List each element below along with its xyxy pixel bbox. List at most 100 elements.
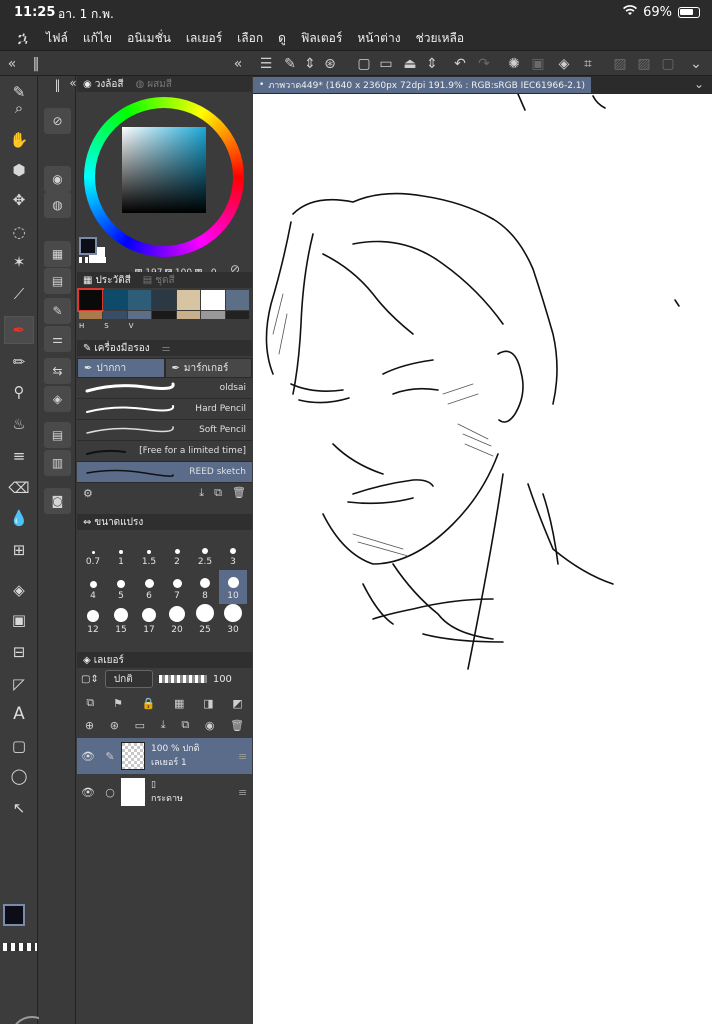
menu-view[interactable]: ดู [278,29,286,48]
history-swatch[interactable] [103,290,127,310]
brush-size-option[interactable]: 25 [191,604,219,638]
mask-icon[interactable]: ◉ [205,719,215,732]
opacity-slider[interactable] [158,675,207,683]
disabled-icon[interactable]: ⊘ [44,108,71,134]
blend-tool-icon[interactable]: 💧 [4,504,34,532]
sliders-icon[interactable]: ⚌ [44,326,71,352]
sub-collapse-icon[interactable]: « [69,70,77,96]
history-swatch[interactable] [176,311,201,319]
brush-item-free-limited[interactable]: [Free for a limited time] [77,441,252,462]
collapse-left-icon[interactable]: « [228,54,248,74]
move-tool-icon[interactable]: ✥ [4,186,34,214]
layers-icon[interactable]: ◈ [44,386,71,412]
brush-size-option[interactable]: 2 [163,536,191,570]
color-wheel-panel-icon[interactable]: ◉ [44,166,71,192]
new-folder-icon[interactable]: ▭ [135,719,145,732]
drawing-canvas[interactable] [253,94,712,1024]
brush-size-option[interactable]: 7 [163,570,191,604]
blend-mode-select[interactable]: ปกติ [104,670,153,688]
document-tab[interactable]: • ภาพวาด449* (1640 x 2360px 72dpi 191.9%… [253,77,592,93]
menu-layer[interactable]: เลเยอร์ [186,29,222,48]
layer-item[interactable]: 👁 ○ ▯ กระดาษ ≡ [77,774,252,810]
camera-icon[interactable]: ◙ [44,488,71,514]
new-raster-layer-icon[interactable]: ⊕ [85,719,94,732]
airbrush-tool-icon[interactable]: ♨ [4,410,34,438]
clip-icon[interactable]: ⧉ [86,696,94,710]
transfer-down-icon[interactable]: ⤓ [161,718,166,732]
drag-handle-icon[interactable]: ≡ [238,786,252,799]
history-swatch[interactable] [152,311,176,319]
brush-size-option[interactable]: 6 [135,570,163,604]
trash-icon[interactable]: 🗑 [230,719,244,732]
brush-size-option[interactable]: 17 [135,604,163,638]
brush-tool-icon[interactable]: ⚲ [4,378,34,406]
tab-marker[interactable]: ✒ มาร์กเกอร์ [164,358,252,378]
foreground-color-swatch[interactable] [79,237,97,255]
merge-icon[interactable]: ⧉ [181,718,189,732]
fill-tool-icon[interactable]: ◈ [4,576,34,604]
transparent-color-swatch[interactable] [3,943,37,951]
brush-item-oldsai[interactable]: oldsai [77,378,252,399]
open-folder-icon[interactable]: ▭ [376,54,396,74]
menu-help[interactable]: ช่วยเหลือ [416,29,465,48]
brush-size-option[interactable]: 10 [219,570,247,604]
history-swatch[interactable] [79,311,103,319]
brush-size-option[interactable]: 30 [219,604,247,638]
history-swatch[interactable] [176,290,201,310]
3d-object-icon[interactable]: ⬢ [4,156,34,184]
brush-item-soft-pencil[interactable]: Soft Pencil [77,420,252,441]
brush-item-hard-pencil[interactable]: Hard Pencil [77,399,252,420]
lock-transparency-icon[interactable]: ▦ [174,697,184,710]
menu-window[interactable]: หน้าต่าง [357,29,400,48]
brush-size-option[interactable]: 4 [79,570,107,604]
tab-brush-size[interactable]: ⇔ ขนาดแปรง [77,515,149,530]
brush-size-option[interactable]: 15 [107,604,135,638]
reference-icon[interactable]: ⚑ [113,697,123,710]
chevron-down-icon[interactable]: ⌄ [686,54,706,74]
grid-tool-icon[interactable]: ⊞ [4,536,34,564]
edit-target-icon[interactable]: ○ [99,786,121,799]
sub-tool-options-icon[interactable]: ⚌ [156,343,177,354]
brush-settings-icon[interactable]: ⚙ [83,487,93,500]
history-swatch[interactable] [225,290,249,310]
pen-settings-icon[interactable]: ✎ [44,298,71,324]
history-swatch[interactable] [103,311,127,319]
redo-icon[interactable]: ↷ [474,54,494,74]
stepper-icon[interactable]: ⇕ [300,54,320,74]
stepper-icon[interactable]: ⇕ [422,54,442,74]
chevron-down-icon[interactable]: ⌄ [694,77,704,91]
brush-size-option[interactable]: 3 [219,536,247,570]
tab-color-set[interactable]: ▤ ชุดสี [137,273,181,288]
brush-size-option[interactable]: 0.7 [79,536,107,570]
eye-icon[interactable]: 👁 [77,786,99,799]
opacity-value[interactable]: 100 [213,674,232,685]
loading-icon[interactable]: ✺ [504,54,524,74]
rectangle-tool-icon[interactable]: ▢ [4,732,34,760]
saturation-value-square[interactable] [122,127,206,213]
hamburger-menu-icon[interactable]: ☰ [256,54,276,74]
brush-size-option[interactable]: 5 [107,570,135,604]
history-swatch[interactable] [152,290,176,310]
history-swatch[interactable] [201,311,225,319]
swap-icon[interactable]: ⇆ [44,358,71,384]
decoration-tool-icon[interactable]: ≡ [4,442,34,470]
drag-handle-icon[interactable]: ≡ [238,750,252,763]
mask-enable-icon[interactable]: ◨ [203,697,213,710]
gradient-tool-icon[interactable]: ▣ [4,606,34,634]
magic-wand-icon[interactable]: ✶ [4,248,34,276]
invert-selection-icon[interactable]: ▨ [634,54,654,74]
layer-item[interactable]: 👁 ✎ 100 % ปกติ เลเยอร์ 1 ≡ [77,738,252,774]
tab-color-mix[interactable]: ◍ ผสมสี [129,77,177,92]
brush-size-option[interactable]: 1.5 [135,536,163,570]
menu-file[interactable]: ไฟล์ [46,29,68,48]
stack-icon[interactable]: ▤ [44,422,71,448]
settings-icon[interactable]: ⊛ [320,54,340,74]
download-icon[interactable]: ⤓ [199,486,204,500]
app-logo-icon[interactable]: ኋ [0,28,46,48]
undo-icon[interactable]: ↶ [450,54,470,74]
layer-color-icon[interactable]: ▢⇕ [81,674,99,685]
menu-edit[interactable]: แก้ไข [83,29,112,48]
eye-icon[interactable]: 👁 [77,750,99,763]
sub-handle-icon[interactable]: ‖ [44,72,71,98]
material-icon[interactable]: ▥ [44,450,71,476]
